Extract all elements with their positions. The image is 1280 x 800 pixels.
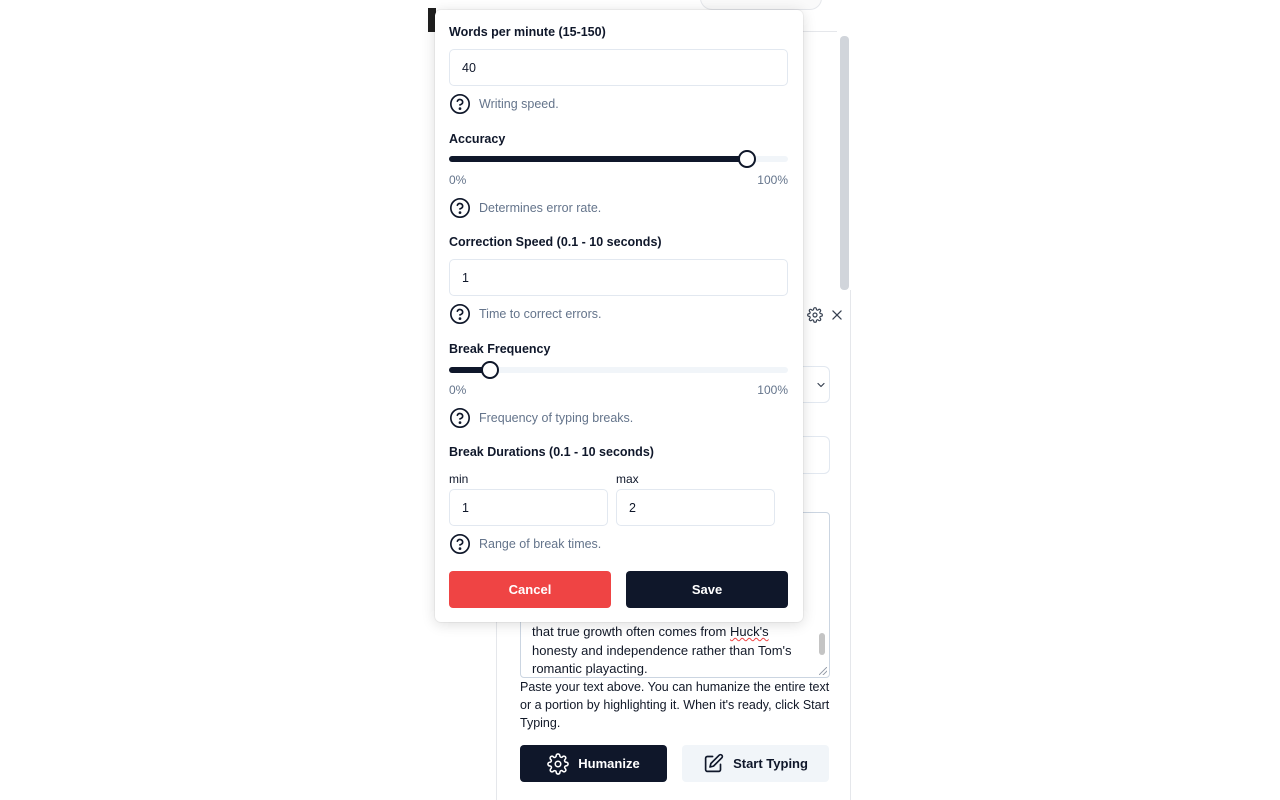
textarea-scrollbar[interactable] bbox=[819, 633, 825, 655]
wpm-label: Words per minute (15-150) bbox=[449, 25, 606, 39]
break-max-label: max bbox=[616, 472, 639, 486]
gear-icon[interactable] bbox=[807, 307, 823, 323]
accuracy-hint: Determines error rate. bbox=[449, 197, 601, 219]
wpm-hint-text: Writing speed. bbox=[479, 97, 559, 111]
help-circle-icon[interactable] bbox=[449, 407, 471, 429]
help-circle-icon[interactable] bbox=[449, 533, 471, 555]
humanize-label: Humanize bbox=[578, 756, 640, 771]
close-icon[interactable] bbox=[830, 308, 844, 322]
help-circle-icon[interactable] bbox=[449, 93, 471, 115]
accuracy-hint-text: Determines error rate. bbox=[479, 201, 602, 215]
cancel-button[interactable]: Cancel bbox=[449, 571, 611, 608]
panel-left-border bbox=[496, 620, 497, 800]
help-circle-icon[interactable] bbox=[449, 197, 471, 219]
wpm-hint: Writing speed. bbox=[449, 93, 559, 115]
wpm-input[interactable] bbox=[449, 49, 788, 86]
humanize-button[interactable]: Humanize bbox=[520, 745, 667, 782]
text-input-content: that true growth often comes from Huck's… bbox=[532, 624, 792, 676]
gear-icon bbox=[547, 752, 570, 775]
chevron-down-icon bbox=[815, 378, 827, 390]
break-frequency-slider-thumb[interactable] bbox=[480, 361, 499, 379]
edit-icon bbox=[704, 753, 724, 773]
correction-speed-label: Correction Speed (0.1 - 10 seconds) bbox=[449, 235, 662, 249]
accuracy-min-label: 0% bbox=[449, 173, 467, 187]
break-frequency-slider-track[interactable] bbox=[449, 367, 788, 373]
accuracy-label: Accuracy bbox=[449, 132, 506, 146]
break-min-input[interactable] bbox=[449, 489, 608, 526]
start-typing-button[interactable]: Start Typing bbox=[682, 745, 829, 782]
correction-speed-hint: Time to correct errors. bbox=[449, 303, 601, 325]
panel-input[interactable] bbox=[800, 436, 830, 474]
break-max-input[interactable] bbox=[616, 489, 775, 526]
host-scrollbar[interactable] bbox=[840, 36, 849, 290]
misspelled-word: Huck's bbox=[729, 624, 769, 639]
screen: that true growth often comes from Huck's… bbox=[0, 0, 1280, 800]
break-frequency-min-label: 0% bbox=[449, 383, 467, 397]
break-frequency-slider[interactable] bbox=[449, 360, 788, 380]
break-durations-hint-text: Range of break times. bbox=[479, 537, 602, 551]
settings-modal: Words per minute (15-150) Writing speed.… bbox=[435, 10, 803, 622]
correction-speed-input[interactable] bbox=[449, 259, 788, 296]
accuracy-slider-thumb[interactable] bbox=[738, 150, 757, 168]
break-frequency-label: Break Frequency bbox=[449, 342, 551, 356]
break-frequency-max-label: 100% bbox=[757, 383, 788, 397]
break-durations-hint: Range of break times. bbox=[449, 533, 601, 555]
host-top-pill bbox=[700, 0, 822, 10]
start-typing-label: Start Typing bbox=[733, 756, 808, 771]
accuracy-scale: 0% 100% bbox=[449, 173, 788, 187]
save-button[interactable]: Save bbox=[626, 571, 788, 608]
help-circle-icon[interactable] bbox=[449, 303, 471, 325]
accuracy-max-label: 100% bbox=[757, 173, 788, 187]
break-frequency-hint: Frequency of typing breaks. bbox=[449, 407, 633, 429]
break-frequency-hint-text: Frequency of typing breaks. bbox=[479, 411, 634, 425]
correction-speed-hint-text: Time to correct errors. bbox=[479, 307, 602, 321]
break-frequency-scale: 0% 100% bbox=[449, 383, 788, 397]
panel-right-border bbox=[850, 290, 851, 800]
accuracy-slider-fill bbox=[449, 156, 748, 162]
break-min-label: min bbox=[449, 472, 469, 486]
instructions-text: Paste your text above. You can humanize … bbox=[520, 680, 830, 730]
accuracy-slider[interactable] bbox=[449, 149, 788, 169]
break-durations-label: Break Durations (0.1 - 10 seconds) bbox=[449, 445, 654, 459]
resize-handle[interactable] bbox=[819, 667, 827, 675]
